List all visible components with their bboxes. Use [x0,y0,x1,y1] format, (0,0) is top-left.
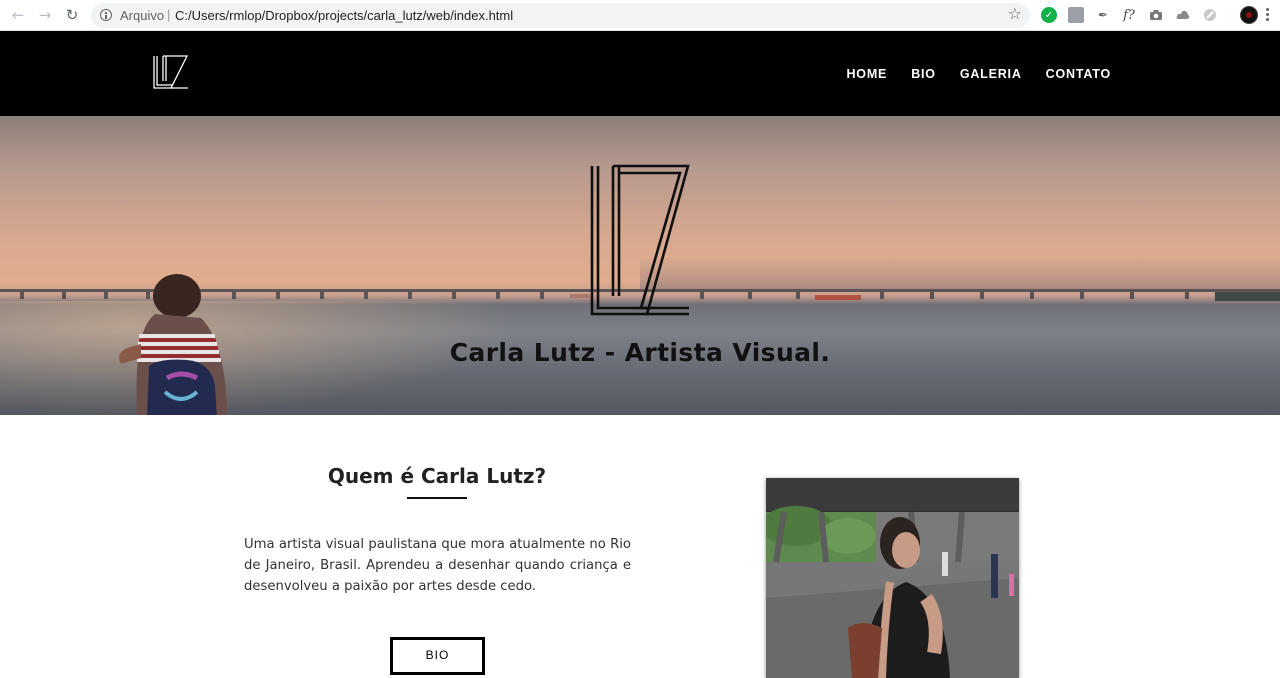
hero-banner: Carla Lutz - Artista Visual. [0,116,1280,415]
hero-distant-hills [640,256,1280,291]
nav-home-link[interactable]: HOME [846,67,887,81]
nav-contato-link[interactable]: CONTATO [1046,67,1111,81]
bio-button[interactable]: BIO [390,637,485,675]
artist-photo [766,478,1019,678]
bookmark-star-icon[interactable]: ☆ [1008,6,1022,22]
eyedropper-extension-icon[interactable]: ✒ [1095,7,1111,23]
bio-paragraph: Uma artista visual paulistana que mora a… [244,537,631,594]
nav-bio-link[interactable]: BIO [911,67,936,81]
site-header: HOME BIO GALERIA CONTATO [0,31,1280,116]
address-origin-label: Arquivo [120,8,165,23]
bio-heading: Quem é Carla Lutz? [327,464,547,488]
forward-arrow-icon[interactable]: → [36,6,54,24]
site-logo[interactable] [153,55,189,93]
nav-galeria-link[interactable]: GALERIA [960,67,1022,81]
info-icon[interactable] [100,9,112,21]
profile-avatar[interactable] [1240,6,1258,24]
font-extension-icon[interactable]: f? [1121,7,1137,23]
address-bar[interactable]: Arquivo | C:/Users/rmlop/Dropbox/project… [91,3,1030,28]
camera-extension-icon[interactable] [1148,7,1164,23]
check-extension-icon[interactable]: ✓ [1041,7,1057,23]
bio-heading-underline [407,497,467,499]
main-nav: HOME BIO GALERIA CONTATO [846,67,1111,81]
reload-icon[interactable]: ↻ [63,6,81,24]
extension-icon[interactable] [1202,7,1218,23]
hero-logo [590,164,690,316]
back-arrow-icon[interactable]: ← [9,6,27,24]
address-url[interactable]: C:/Users/rmlop/Dropbox/projects/carla_lu… [175,8,513,23]
pdf-extension-icon[interactable] [1068,7,1084,23]
browser-toolbar: ← → ↻ Arquivo | C:/Users/rmlop/Dropbox/p… [0,0,1280,31]
hero-title: Carla Lutz - Artista Visual. [449,338,831,367]
address-separator: | [167,7,171,22]
browser-menu-icon[interactable] [1266,8,1270,24]
drive-extension-icon[interactable] [1175,7,1191,23]
